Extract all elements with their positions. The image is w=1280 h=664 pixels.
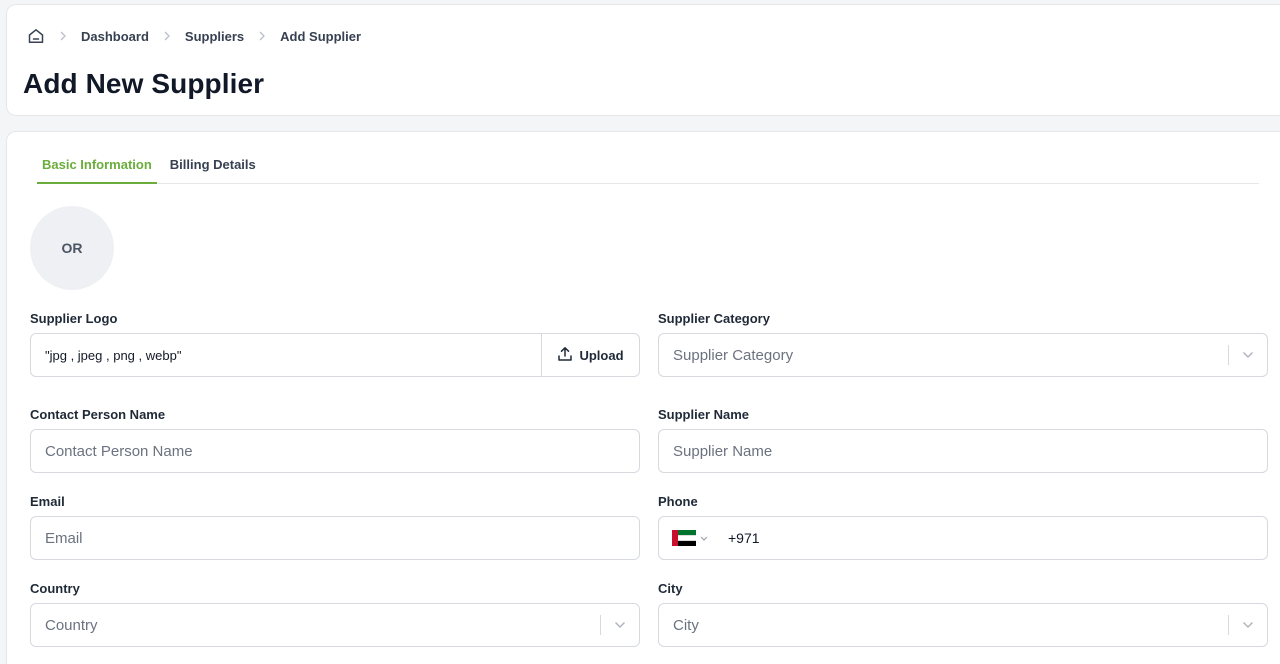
supplier-name-field[interactable] <box>658 429 1268 473</box>
home-icon[interactable] <box>27 27 45 45</box>
breadcrumb: Dashboard Suppliers Add Supplier <box>27 26 361 46</box>
tab-billing-details[interactable]: Billing Details <box>165 152 261 184</box>
country-label: Country <box>30 581 80 596</box>
supplier-category-placeholder: Supplier Category <box>673 346 794 364</box>
upload-icon <box>557 346 573 365</box>
contact-person-label: Contact Person Name <box>30 407 166 422</box>
city-placeholder: City <box>673 616 699 634</box>
supplier-avatar[interactable]: OR <box>30 206 114 290</box>
contact-person-field[interactable] <box>30 429 640 473</box>
breadcrumb-suppliers[interactable]: Suppliers <box>185 29 244 44</box>
tab-bar: Basic Information Billing Details <box>37 152 1259 184</box>
city-select[interactable]: City <box>658 603 1268 647</box>
page-header: Dashboard Suppliers Add Supplier Add New… <box>6 4 1280 116</box>
chevron-right-icon <box>45 31 81 41</box>
supplier-name-label: Supplier Name <box>658 407 750 422</box>
country-select[interactable]: Country <box>30 603 640 647</box>
tab-basic-information[interactable]: Basic Information <box>37 152 157 184</box>
country-placeholder: Country <box>45 616 98 634</box>
email-input[interactable] <box>31 517 639 559</box>
phone-label: Phone <box>658 494 698 509</box>
city-label: City <box>658 581 683 596</box>
upload-button-label: Upload <box>579 347 624 363</box>
upload-button[interactable]: Upload <box>541 334 639 376</box>
email-label: Email <box>30 494 65 509</box>
chevron-down-icon <box>700 529 708 547</box>
chevron-right-icon <box>149 31 185 41</box>
phone-country-code[interactable]: +971 <box>708 530 760 546</box>
chevron-down-icon <box>601 621 639 629</box>
chevron-down-icon <box>1229 621 1267 629</box>
breadcrumb-add-supplier: Add Supplier <box>280 28 362 44</box>
contact-person-input[interactable] <box>31 430 639 472</box>
supplier-form-card: Basic Information Billing Details OR Sup… <box>6 131 1280 664</box>
phone-field[interactable]: +971 <box>658 516 1268 560</box>
uae-flag-icon <box>672 530 696 547</box>
supplier-logo-hint: "jpg , jpeg , png , webp" <box>45 347 182 363</box>
breadcrumb-dashboard[interactable]: Dashboard <box>81 29 149 44</box>
chevron-down-icon <box>1229 351 1267 359</box>
supplier-logo-field[interactable]: "jpg , jpeg , png , webp" Upload <box>30 333 640 377</box>
supplier-category-select[interactable]: Supplier Category <box>658 333 1268 377</box>
supplier-logo-label: Supplier Logo <box>30 311 118 326</box>
supplier-category-label: Supplier Category <box>658 311 770 326</box>
page-title: Add New Supplier <box>23 68 265 99</box>
chevron-right-icon <box>244 31 280 41</box>
country-code-selector[interactable] <box>659 529 708 547</box>
email-field[interactable] <box>30 516 640 560</box>
supplier-name-input[interactable] <box>659 430 1267 472</box>
